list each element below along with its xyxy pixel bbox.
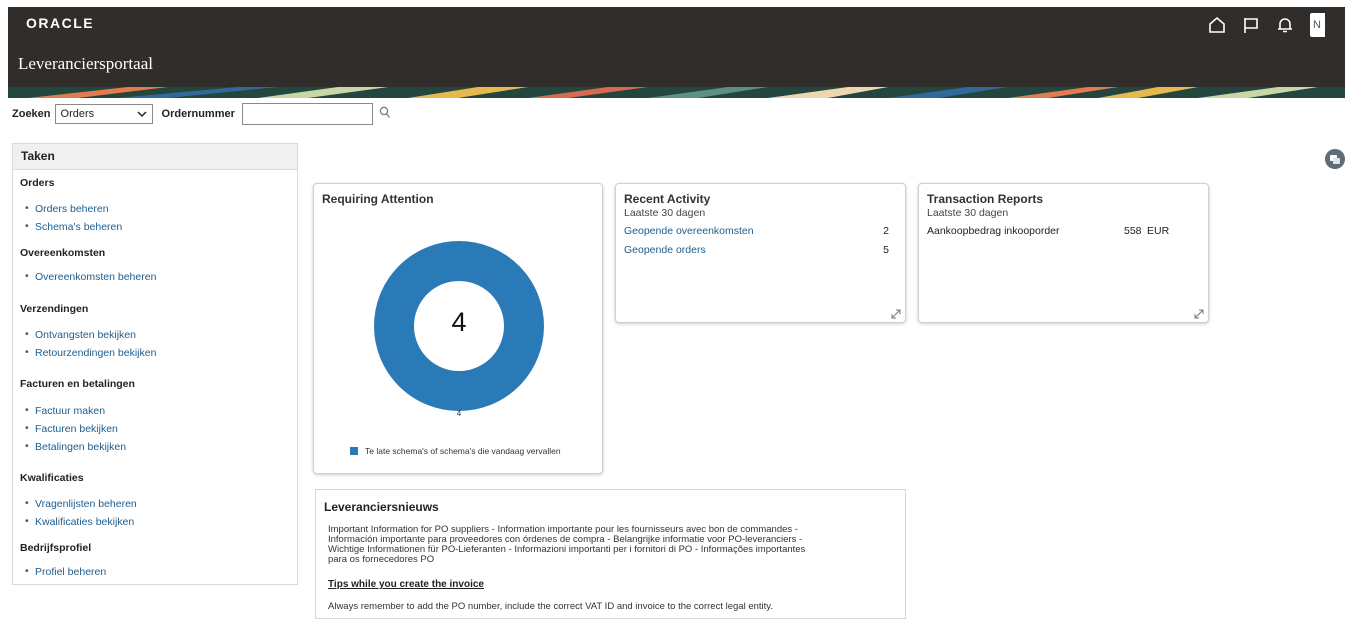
order-number-label: Ordernummer — [161, 108, 235, 120]
group-verzendingen: Verzendingen — [20, 303, 89, 315]
task-kwalificaties-bekijken[interactable]: Kwalificaties bekijken — [25, 515, 134, 528]
recent-activity-title: Recent Activity — [624, 192, 711, 206]
expand-icon[interactable] — [1194, 309, 1204, 319]
report-row-amount: 558 — [1124, 225, 1142, 237]
recent-activity-card[interactable]: Recent Activity Laatste 30 dagen Geopend… — [615, 183, 906, 323]
activity-row-label[interactable]: Geopende overeenkomsten — [624, 225, 754, 237]
task-retourzendingen-bekijken[interactable]: Retourzendingen bekijken — [25, 346, 156, 359]
supplier-news-panel: Leveranciersnieuws Important Information… — [315, 489, 906, 619]
order-number-input[interactable] — [241, 103, 373, 125]
group-orders: Orders — [20, 177, 55, 189]
chat-icon — [1330, 155, 1340, 164]
chevron-down-icon — [136, 111, 147, 118]
home-icon[interactable] — [1208, 16, 1226, 34]
donut-slice-label: 4 — [456, 409, 462, 418]
search-type-value: Orders — [60, 108, 95, 120]
tasks-panel: Taken Orders Orders beheren Schema's beh… — [12, 143, 298, 585]
news-title: Leveranciersnieuws — [324, 500, 439, 514]
task-betalingen-bekijken[interactable]: Betalingen bekijken — [25, 440, 126, 453]
top-bar: ORACLE Leveranciersportaal N — [8, 7, 1345, 87]
recent-activity-subtitle: Laatste 30 dagen — [624, 207, 706, 219]
activity-row-value: 2 — [883, 225, 889, 237]
requiring-attention-title: Requiring Attention — [322, 192, 434, 206]
group-facturen-betalingen: Facturen en betalingen — [20, 378, 135, 390]
transaction-reports-card[interactable]: Transaction Reports Laatste 30 dagen Aan… — [918, 183, 1209, 323]
header-banner-image — [8, 87, 1345, 98]
donut-legend: Te late schema's of schema's die vandaag… — [350, 446, 561, 456]
help-button[interactable] — [1325, 149, 1345, 169]
oracle-logo[interactable]: ORACLE — [26, 15, 94, 31]
user-menu[interactable]: N — [1310, 13, 1325, 37]
transaction-reports-subtitle: Laatste 30 dagen — [927, 207, 1009, 219]
search-icon[interactable] — [379, 106, 391, 123]
group-bedrijfsprofiel: Bedrijfsprofiel — [20, 542, 92, 554]
expand-icon[interactable] — [891, 309, 901, 319]
news-tip-text: Always remember to add the PO number, in… — [328, 601, 773, 612]
activity-row-label[interactable]: Geopende orders — [624, 244, 706, 256]
task-ontvangsten-bekijken[interactable]: Ontvangsten bekijken — [25, 328, 136, 341]
tasks-title: Taken — [13, 144, 297, 170]
app-title: Leveranciersportaal — [18, 54, 153, 73]
flag-icon[interactable] — [1242, 16, 1260, 34]
legend-label: Te late schema's of schema's die vandaag… — [365, 446, 561, 456]
task-orders-beheren[interactable]: Orders beheren — [25, 202, 108, 215]
group-kwalificaties: Kwalificaties — [20, 472, 84, 484]
task-profiel-beheren[interactable]: Profiel beheren — [25, 565, 106, 578]
news-tip-title: Tips while you create the invoice — [328, 579, 484, 590]
transaction-reports-title: Transaction Reports — [927, 192, 1044, 206]
search-label: Zoeken — [12, 108, 51, 120]
news-body: Important Information for PO suppliers -… — [328, 524, 806, 565]
task-schemas-beheren[interactable]: Schema's beheren — [25, 220, 122, 233]
bell-icon[interactable] — [1276, 16, 1294, 34]
task-facturen-bekijken[interactable]: Facturen bekijken — [25, 422, 118, 435]
header-icons: N — [1208, 13, 1325, 37]
group-overeenkomsten: Overeenkomsten — [20, 247, 106, 259]
search-type-select[interactable]: Orders — [54, 104, 153, 124]
report-row-currency: EUR — [1147, 225, 1170, 237]
legend-swatch — [350, 447, 358, 455]
donut-center-value: 4 — [451, 307, 467, 337]
activity-row-value: 5 — [883, 244, 889, 256]
task-overeenkomsten-beheren[interactable]: Overeenkomsten beheren — [25, 270, 156, 283]
search-bar: Zoeken Orders Ordernummer — [12, 103, 391, 125]
task-factuur-maken[interactable]: Factuur maken — [25, 404, 105, 417]
task-vragenlijsten-beheren[interactable]: Vragenlijsten beheren — [25, 497, 137, 510]
report-row-label: Aankoopbedrag inkooporder — [927, 225, 1060, 237]
requiring-attention-card[interactable]: Requiring Attention 4 4 Te late schema's… — [313, 183, 603, 474]
